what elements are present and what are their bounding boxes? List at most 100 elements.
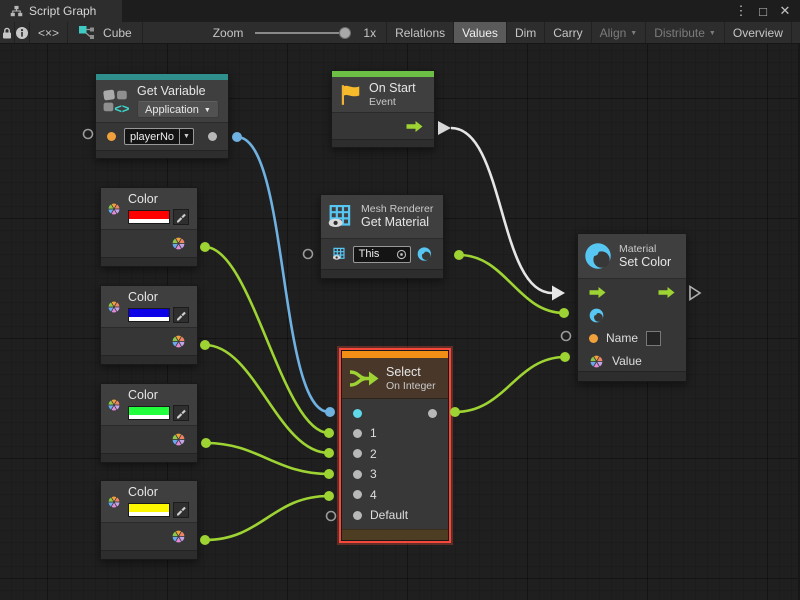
default-input-port[interactable] (353, 511, 362, 520)
unconnected-port-marker[interactable] (84, 130, 93, 139)
color-swatch[interactable] (128, 210, 170, 224)
node-get-material[interactable]: Mesh Renderer Get Material This (320, 194, 444, 279)
wire-material (459, 255, 564, 313)
selector-input-port[interactable] (353, 409, 362, 418)
node-color-yellow[interactable]: Color (100, 480, 198, 560)
eyedropper-button[interactable] (173, 209, 189, 225)
carry-button[interactable]: Carry (545, 22, 591, 43)
node-get-variable[interactable]: Get Variable Application ▼ playerNo ▼ (95, 73, 229, 159)
lock-button[interactable] (0, 22, 15, 43)
option-input-port[interactable] (353, 429, 362, 438)
color-output-port[interactable] (171, 432, 186, 447)
swatch-color (129, 407, 169, 415)
mesh-renderer-port-icon[interactable] (332, 246, 347, 262)
info-button[interactable] (15, 22, 30, 43)
distribute-label: Distribute (654, 26, 705, 40)
node-color-blue[interactable]: Color (100, 285, 198, 365)
menu-icon[interactable]: ⋮ (732, 3, 750, 19)
overview-button[interactable]: Overview (725, 22, 792, 43)
name-input-port[interactable] (589, 334, 598, 343)
port-row-option: 4 (342, 485, 448, 506)
tab-script-graph[interactable]: Script Graph (0, 0, 122, 22)
eyedropper-button[interactable] (173, 502, 189, 518)
graph-name: Cube (103, 26, 132, 40)
node-set-color[interactable]: Material Set Color Name Value (577, 233, 687, 382)
eyedropper-icon (176, 212, 187, 223)
graph-picker[interactable]: Cube (68, 22, 143, 43)
wire-endpoint[interactable] (324, 469, 334, 479)
wire-endpoint[interactable] (325, 407, 335, 417)
flow-input-port[interactable] (589, 287, 606, 298)
option-input-port[interactable] (353, 470, 362, 479)
color-swatch[interactable] (128, 503, 170, 517)
color-output-port[interactable] (171, 236, 186, 251)
node-color-red[interactable]: Color (100, 187, 198, 267)
wire-endpoint[interactable] (324, 448, 334, 458)
wire-endpoint[interactable] (232, 132, 242, 142)
material-input-port[interactable] (589, 308, 604, 323)
wire-endpoint[interactable] (200, 340, 210, 350)
variable-name-field[interactable]: playerNo ▼ (124, 128, 194, 145)
node-color-green[interactable]: Color (100, 383, 198, 463)
node-on-start[interactable]: On Start Event (331, 70, 435, 148)
code-preview-button[interactable]: <×> (30, 22, 68, 43)
eyedropper-button[interactable] (173, 405, 189, 421)
color-swatch[interactable] (128, 406, 170, 420)
node-subtitle: Event (369, 96, 416, 108)
wire-endpoint[interactable] (324, 491, 334, 501)
unconnected-port-marker[interactable] (562, 332, 571, 341)
color-output-port[interactable] (171, 334, 186, 349)
zoom-slider[interactable] (255, 27, 351, 39)
unconnected-port-marker[interactable] (304, 250, 313, 259)
node-component: Material (619, 243, 671, 255)
wire-endpoint[interactable] (200, 535, 210, 545)
values-button[interactable]: Values (454, 22, 507, 43)
eyedropper-button[interactable] (173, 307, 189, 323)
wire-endpoint[interactable] (200, 242, 210, 252)
target-field[interactable]: This (353, 246, 412, 263)
wire-endpoint[interactable] (559, 308, 569, 318)
color-swatch[interactable] (128, 308, 170, 322)
zoom-slider-handle[interactable] (339, 27, 351, 39)
node-header: Color (101, 286, 197, 328)
selection-output-port[interactable] (428, 409, 437, 418)
name-value-field[interactable] (646, 331, 661, 346)
wire-endpoint[interactable] (324, 428, 334, 438)
color-wheel-icon (107, 487, 121, 517)
node-title: Color (128, 388, 189, 403)
color-output-port[interactable] (171, 529, 186, 544)
option-input-port[interactable] (353, 449, 362, 458)
option-input-port[interactable] (353, 490, 362, 499)
value-input-port[interactable] (589, 354, 604, 369)
close-icon[interactable]: ✕ (776, 3, 794, 19)
variable-name-value: playerNo (125, 131, 179, 143)
flow-output-port[interactable] (658, 287, 675, 298)
node-header: Mesh Renderer Get Material (321, 195, 443, 239)
relations-button[interactable]: Relations (387, 22, 454, 43)
wire-endpoint[interactable] (201, 438, 211, 448)
wire-endpoint[interactable] (560, 352, 570, 362)
chevron-down-icon[interactable]: ▼ (179, 129, 193, 144)
flow-output-port[interactable] (406, 121, 423, 132)
wire-endpoint[interactable] (454, 250, 464, 260)
scope-value: Application (145, 104, 199, 116)
maximize-icon[interactable]: □ (754, 4, 772, 19)
fullscreen-button[interactable]: Full Screen (792, 22, 800, 43)
unconnected-port-marker[interactable] (327, 512, 336, 521)
value-output-port[interactable] (208, 132, 217, 141)
target-picker-icon[interactable] (396, 249, 410, 260)
port-row-selector (342, 403, 448, 423)
graph-canvas[interactable]: Get Variable Application ▼ playerNo ▼ (0, 44, 800, 600)
material-output-port[interactable] (417, 246, 432, 262)
unconnected-flow-marker[interactable] (690, 287, 700, 300)
distribute-dropdown[interactable]: Distribute ▼ (646, 22, 725, 43)
variable-name-port[interactable] (107, 132, 116, 141)
variable-scope-dropdown[interactable]: Application ▼ (137, 101, 219, 118)
wire-endpoint[interactable] (450, 407, 460, 417)
node-select[interactable]: Select On Integer 1 2 (341, 350, 449, 541)
flow-start-triangle[interactable] (438, 121, 451, 135)
align-dropdown[interactable]: Align ▼ (592, 22, 647, 43)
mesh-renderer-icon (327, 203, 354, 230)
code-glyph: <×> (38, 26, 59, 40)
dim-button[interactable]: Dim (507, 22, 545, 43)
